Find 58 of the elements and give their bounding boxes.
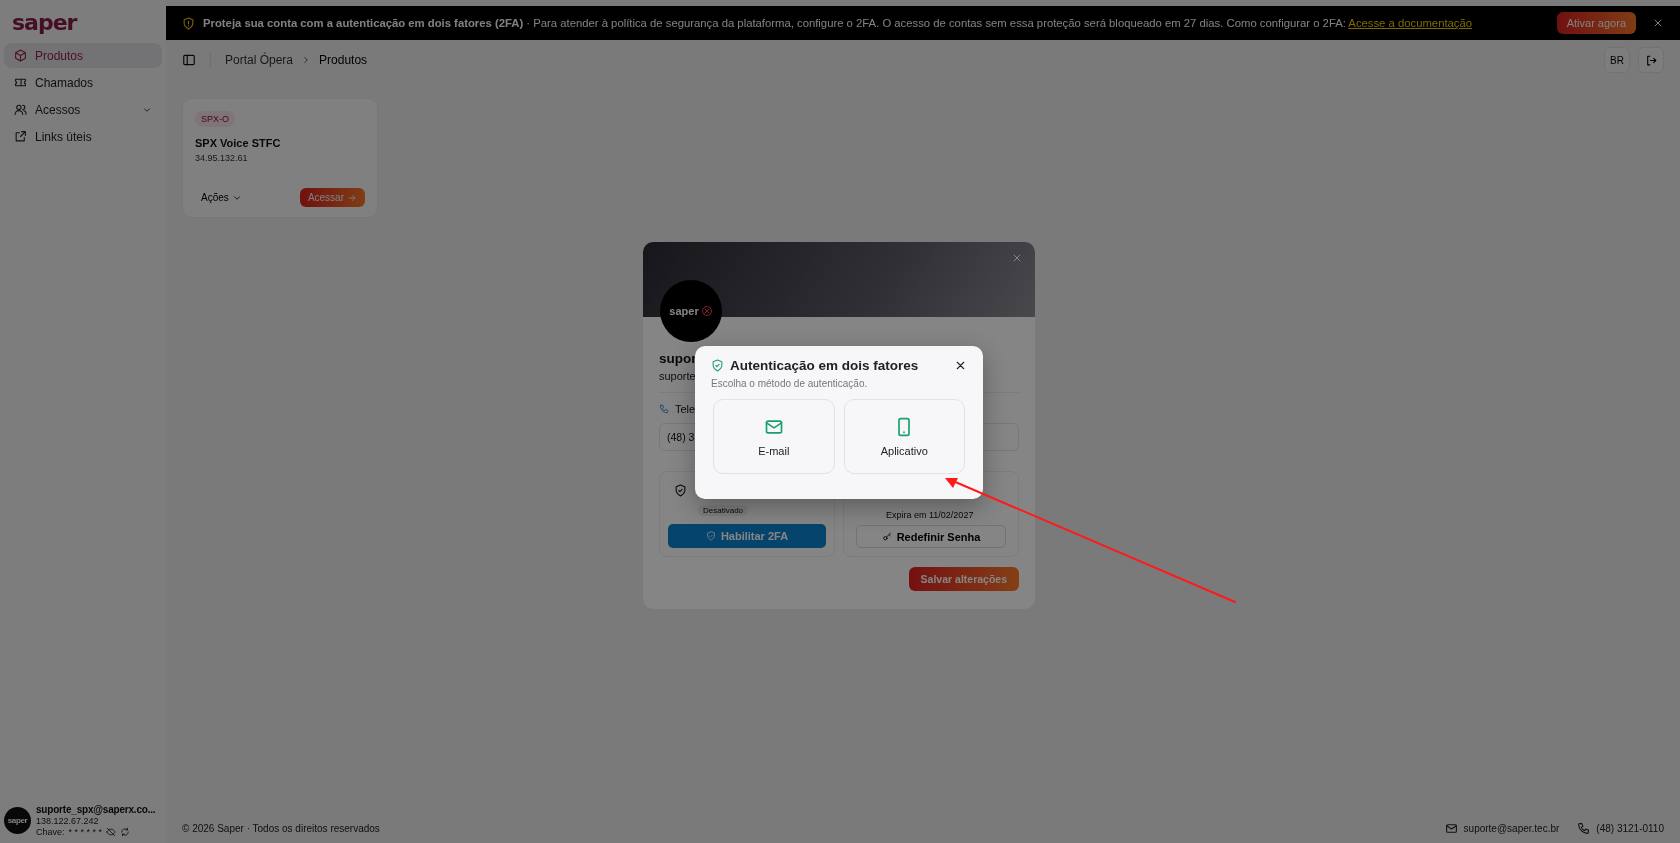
sidebar-item[interactable]: Produtos: [4, 43, 162, 68]
banner-message: Para atender à política de segurança da plataforma, configure o 2FA. O acesso de contas sem essa proteção será bloqueado em 27 dias. Como configurar o 2FA:: [533, 17, 1346, 29]
documentation-link[interactable]: Acesse a documentação: [1348, 17, 1473, 29]
product-name: SPX Voice STFC: [195, 137, 281, 149]
key-icon: [881, 531, 892, 542]
separator: ·: [526, 17, 531, 29]
shield-alert-icon: [182, 16, 195, 30]
key-value: * * * * * *: [68, 827, 103, 837]
refresh-icon[interactable]: [120, 827, 131, 837]
user-ip: 138.122.67.242: [36, 816, 100, 826]
phone-icon: [1577, 821, 1591, 835]
product-tag: SPX-O: [195, 111, 235, 127]
logout-button[interactable]: [1638, 47, 1664, 73]
breadcrumb-link[interactable]: Produtos: [319, 53, 368, 67]
shield-check-icon: [705, 531, 716, 541]
sidebar-item[interactable]: Links úteis: [4, 124, 162, 149]
support-email: suporte@saper.tec.br: [1463, 822, 1560, 834]
support-phone: (48) 3121-0110: [1596, 822, 1664, 834]
method-option[interactable]: E-mail: [713, 399, 835, 474]
actions-dropdown[interactable]: Ações: [195, 188, 248, 207]
status-badge: Desativado: [698, 505, 749, 516]
sidebar-item[interactable]: Chamados: [4, 70, 162, 95]
logout-icon: [1644, 53, 1658, 67]
eye-off-icon[interactable]: [106, 827, 117, 837]
shield-check-icon: [674, 484, 687, 497]
access-button[interactable]: Acessar: [299, 188, 365, 207]
profile-avatar: saper: [660, 280, 722, 342]
expiry-text: Expira em 11/02/2027: [886, 510, 974, 520]
breadcrumb-link[interactable]: Portal Ópera: [225, 53, 294, 67]
ticket-icon: [14, 76, 27, 89]
sidebar-toggle-icon[interactable]: [182, 53, 196, 67]
key-label: Chave:: [36, 827, 65, 837]
shield-check-icon: [711, 359, 724, 372]
profile-email: suporte: [659, 370, 696, 382]
mail-icon: [1444, 821, 1458, 835]
language-button[interactable]: BR: [1604, 47, 1630, 73]
copyright-text: © 2026 Saper · Todos os direitos reservados: [182, 822, 380, 834]
profile-name: supor: [659, 351, 697, 366]
reset-password-button[interactable]: Redefinir Senha: [856, 525, 1006, 548]
banner-title: Proteja sua conta com a autenticação em dois fatores (2FA): [203, 17, 524, 29]
close-icon[interactable]: [954, 359, 967, 372]
enable-2fa-button[interactable]: Habilitar 2FA: [668, 524, 826, 548]
logo: saper: [12, 10, 77, 35]
users-icon: [14, 103, 27, 116]
dialog-subtitle: Escolha o método de autenticação.: [711, 378, 869, 389]
save-button[interactable]: Salvar alterações: [908, 567, 1019, 591]
arrow-right-icon: [347, 192, 357, 203]
box-icon: [14, 49, 27, 62]
sidebar-item[interactable]: Acessos: [4, 97, 162, 122]
activate-button[interactable]: Ativar agora: [1556, 12, 1636, 34]
phone-icon: [659, 404, 669, 414]
product-ip: 34.95.132.61: [195, 153, 248, 163]
user-avatar: saper: [4, 807, 31, 834]
phone-label: Tele: [675, 403, 696, 415]
method-option[interactable]: Aplicativo: [843, 399, 965, 474]
user-email: suporte_spx@saperx.co...: [36, 804, 156, 815]
external-link-icon: [14, 130, 27, 143]
dialog-title: Autenticação em dois fatores: [730, 358, 919, 373]
